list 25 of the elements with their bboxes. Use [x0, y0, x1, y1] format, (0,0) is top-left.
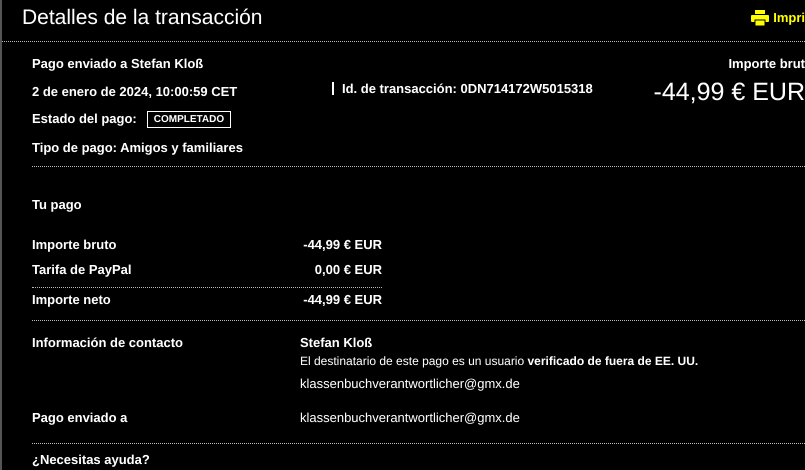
row-label: Importe bruto — [32, 236, 116, 254]
transaction-id-text: Id. de transacción: 0DN714172W5015318 — [332, 82, 654, 95]
sent-to-label: Pago enviado a — [32, 408, 128, 427]
status-badge: COMPLETADO — [146, 110, 232, 128]
row-label: Tarifa de PayPal — [32, 261, 132, 280]
row-label: Importe neto — [32, 290, 111, 309]
amount-total: -44,99 € EUR — [654, 76, 805, 108]
verification-note: El destinatario de este pago es un usuario verificado de fuera de EE. UU. — [300, 353, 698, 370]
help-title: ¿Necesitas ayuda? — [32, 452, 151, 467]
recipient-text: Pago enviado a Stefan Kloß — [32, 55, 204, 72]
contact-label: Información de contacto — [32, 334, 184, 352]
date-text: 2 de enero de 2024, 10:00:59 CET — [32, 83, 238, 100]
row-value: 0,00 € EUR — [314, 261, 382, 280]
page-title: Detalles de la transacción — [22, 5, 262, 31]
contact-email: klassenbuchverantwortlicher@gmx.de — [300, 375, 521, 393]
amount-label: Importe brut — [728, 55, 805, 73]
sent-to-email: klassenbuchverantwortlicher@gmx.de — [300, 408, 520, 427]
row-value: -44,99 € EUR — [303, 290, 382, 309]
printer-icon — [751, 10, 770, 26]
status-label: Estado del pago: — [32, 110, 137, 128]
section-title: Tu pago — [32, 196, 83, 214]
print-link[interactable]: Impri — [751, 0, 805, 28]
contact-name: Stefan Kloß — [300, 334, 374, 352]
payment-type-text: Tipo de pago: Amigos y familiares — [32, 139, 244, 156]
row-value: -44,99 € EUR — [303, 236, 382, 254]
